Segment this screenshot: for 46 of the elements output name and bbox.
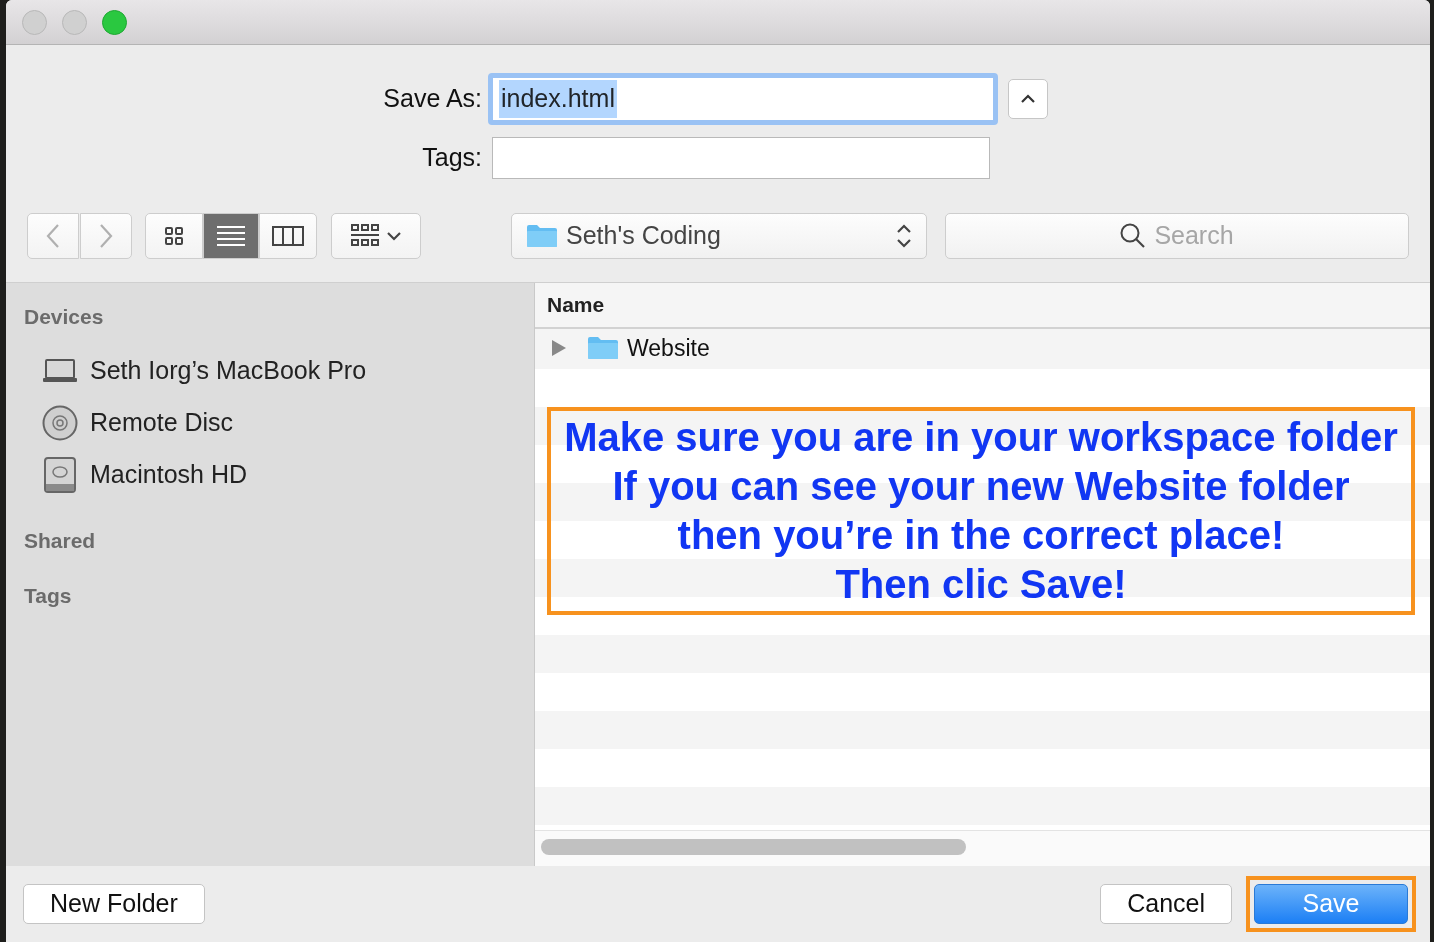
search-icon bbox=[1120, 223, 1147, 249]
grid-icon bbox=[351, 224, 381, 248]
section-heading: Tags bbox=[23, 583, 73, 609]
disc-icon bbox=[42, 404, 78, 441]
disclosure-triangle-icon[interactable] bbox=[551, 339, 567, 357]
forward-button[interactable] bbox=[80, 213, 132, 259]
up-down-arrows-icon bbox=[896, 223, 912, 249]
laptop-icon bbox=[42, 357, 78, 384]
section-heading: Devices bbox=[23, 304, 105, 330]
hard-drive-icon bbox=[43, 456, 77, 493]
back-button[interactable] bbox=[27, 213, 79, 259]
section-heading: Shared bbox=[23, 527, 97, 554]
list-icon bbox=[217, 225, 245, 247]
location-popup[interactable]: Seth's Coding bbox=[511, 213, 927, 259]
item-label: Macintosh HD bbox=[90, 458, 247, 490]
collapse-button[interactable] bbox=[1008, 79, 1048, 119]
column-header[interactable]: Name bbox=[535, 283, 1430, 329]
arrange-button[interactable] bbox=[331, 213, 421, 259]
field-label: Save As: bbox=[382, 83, 483, 115]
filename-field[interactable]: index.html bbox=[488, 73, 998, 125]
chevron-right-icon bbox=[99, 223, 113, 249]
tags-field[interactable] bbox=[492, 137, 990, 179]
file-name[interactable]: Website bbox=[627, 330, 710, 366]
annotation-text: If you can see your new Website folder bbox=[612, 463, 1350, 510]
view-mode-button[interactable] bbox=[203, 213, 259, 259]
window-button[interactable] bbox=[62, 9, 87, 35]
item-label: Seth Iorg’s MacBook Pro bbox=[90, 354, 367, 386]
chevron-left-icon bbox=[46, 223, 60, 249]
annotation-text: Then clic Save! bbox=[835, 561, 1127, 608]
grid-icon bbox=[165, 227, 183, 245]
item-label: Remote Disc bbox=[90, 406, 234, 438]
window-button[interactable] bbox=[22, 9, 47, 35]
window-button[interactable] bbox=[102, 9, 127, 35]
chevron-down-icon bbox=[387, 231, 401, 241]
annotation-text: then you’re in the correct place! bbox=[677, 512, 1285, 559]
scrollbar-thumb[interactable] bbox=[541, 839, 966, 855]
view-mode-button[interactable] bbox=[259, 213, 317, 259]
folder-icon bbox=[587, 336, 619, 360]
folder-icon bbox=[526, 224, 558, 248]
dialog-button[interactable]: Cancel bbox=[1100, 884, 1232, 924]
view-mode-button[interactable] bbox=[145, 213, 203, 259]
dialog-button[interactable]: New Folder bbox=[23, 884, 205, 924]
annotation-text: Make sure you are in your workspace folder bbox=[564, 414, 1398, 461]
field-label: Tags: bbox=[421, 142, 483, 174]
columns-icon bbox=[272, 226, 304, 246]
chevron-icon bbox=[1020, 94, 1036, 104]
